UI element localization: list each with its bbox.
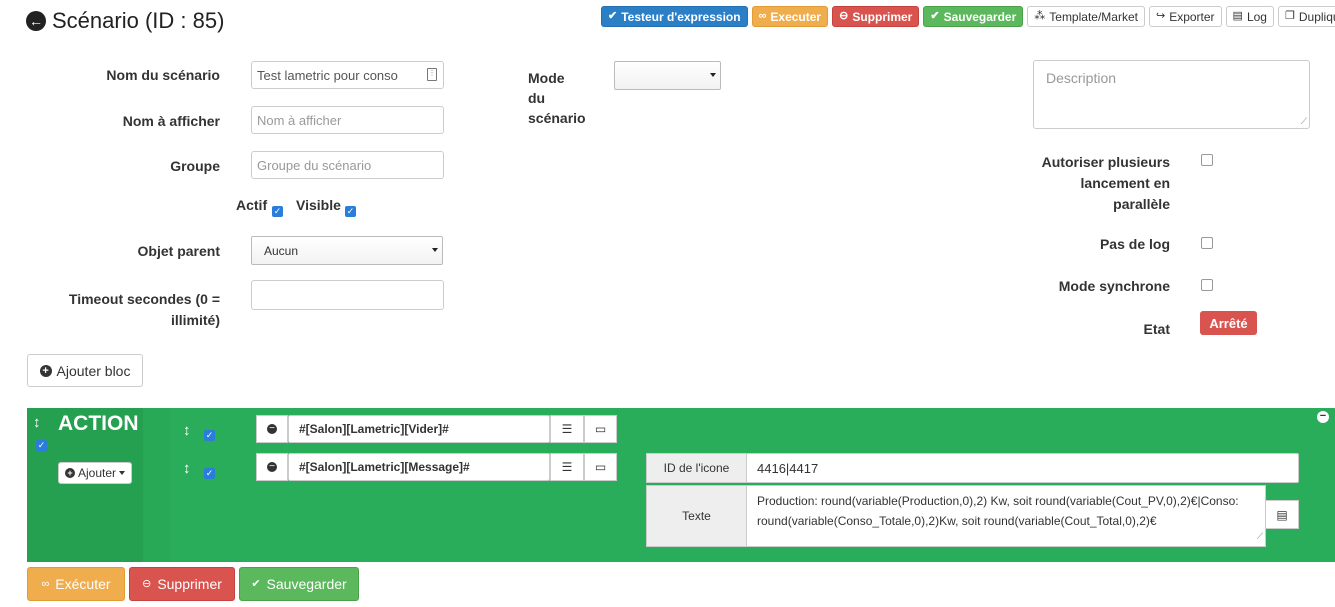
- id-icone-label: ID de l'icone: [646, 453, 747, 483]
- action-block: ↕ ✓ ACTION + Ajouter − ↕ ✓ − #[Salon][La…: [27, 408, 1335, 562]
- action-1-row: − #[Salon][Lametric][Vider]# ☰ ▭: [256, 415, 617, 444]
- ajouter-bloc-button[interactable]: + Ajouter bloc: [27, 354, 143, 387]
- nom-afficher-input[interactable]: Nom à afficher: [251, 106, 444, 134]
- caret-down-icon: [119, 471, 126, 475]
- supprimer-button[interactable]: ⊖ Supprimer: [832, 6, 920, 27]
- list-alt-icon: ☰: [561, 422, 573, 436]
- collapse-block-icon[interactable]: −: [1317, 411, 1329, 423]
- move-action-icon[interactable]: ↕: [183, 422, 191, 439]
- mode-scenario-select[interactable]: [614, 61, 721, 90]
- timeout-label: Timeout secondes (0 = illimité): [68, 291, 220, 328]
- groupe-label: Groupe: [170, 158, 220, 174]
- bottom-executer-button[interactable]: ∞ Exécuter: [27, 567, 125, 601]
- autoriser-label: Autoriser plusieurs lancement en parallè…: [1041, 154, 1170, 212]
- action-1-options-button[interactable]: ☰: [550, 415, 584, 443]
- check-circle-icon: ✔: [251, 577, 261, 590]
- ajouter-dropdown-button[interactable]: + Ajouter: [58, 462, 132, 484]
- page-header: ← Scénario (ID : 85): [26, 6, 224, 36]
- minus-circle-icon: −: [267, 424, 277, 434]
- list-alt-icon: ▤: [1276, 507, 1288, 522]
- actif-checkbox[interactable]: ✓: [272, 206, 283, 217]
- mode-scenario-label: Mode du scénario: [528, 70, 586, 126]
- template-market-button[interactable]: ⁂ Template/Market: [1027, 6, 1145, 27]
- autoriser-checkbox[interactable]: [1201, 154, 1213, 166]
- groupe-input[interactable]: Groupe du scénario: [251, 151, 444, 179]
- action-1-enable-checkbox[interactable]: ✓: [204, 430, 215, 441]
- objet-parent-label: Objet parent: [137, 243, 220, 259]
- plus-circle-icon: +: [39, 364, 52, 377]
- visible-label: Visible: [296, 197, 341, 213]
- gamepad-icon: ∞: [758, 10, 767, 22]
- description-textarea[interactable]: Description ⟋: [1033, 60, 1310, 129]
- timeout-input[interactable]: [251, 280, 444, 310]
- minus-circle-icon: −: [267, 462, 277, 472]
- action-2-row: − #[Salon][Lametric][Message]# ☰ ▭: [256, 453, 617, 482]
- log-button[interactable]: ▤ Log: [1225, 6, 1274, 27]
- list-alt-icon: ☰: [561, 460, 573, 474]
- window-icon: ▭: [594, 422, 607, 436]
- block-enable-checkbox[interactable]: ✓: [36, 440, 47, 451]
- plus-circle-icon: +: [64, 468, 75, 478]
- minus-circle-icon: ⊖: [839, 10, 849, 22]
- executer-button[interactable]: ∞ Executer: [751, 6, 829, 27]
- action-2-select-button[interactable]: ▭: [584, 453, 617, 481]
- action-2-enable-checkbox[interactable]: ✓: [204, 468, 215, 479]
- bottom-sauvegarder-button[interactable]: ✔ Sauvegarder: [239, 567, 359, 601]
- testeur-expression-button[interactable]: ✔ Testeur d'expression: [601, 6, 748, 27]
- pas-de-log-checkbox[interactable]: [1201, 237, 1213, 249]
- mode-synchrone-checkbox[interactable]: [1201, 279, 1213, 291]
- objet-parent-select[interactable]: Aucun: [251, 236, 443, 265]
- action-1-select-button[interactable]: ▭: [584, 415, 617, 443]
- back-arrow-icon[interactable]: ←: [26, 11, 46, 31]
- resize-handle-icon: ⟋: [1256, 531, 1263, 541]
- contacts-icon: ⋮: [427, 68, 437, 81]
- pas-de-log-label: Pas de log: [1099, 236, 1170, 252]
- sauvegarder-button[interactable]: ✔ Sauvegarder: [923, 6, 1024, 27]
- page-title: Scénario (ID : 85): [52, 8, 225, 33]
- etat-label: Etat: [1143, 321, 1170, 337]
- block-type-label: ACTION: [58, 412, 139, 435]
- nom-scenario-label: Nom du scénario: [106, 67, 220, 83]
- actif-label: Actif: [236, 197, 268, 213]
- toolbar: ✔ Testeur d'expression ∞ Executer ⊖ Supprim…: [601, 6, 1335, 27]
- bottom-supprimer-button[interactable]: ⊖ Supprimer: [129, 567, 235, 601]
- nom-scenario-input[interactable]: Test lametric pour conso ⋮: [251, 61, 444, 89]
- action-2-command-input[interactable]: #[Salon][Lametric][Message]#: [288, 453, 550, 481]
- exporter-button[interactable]: ↪ Exporter: [1148, 6, 1222, 27]
- minus-circle-icon: ⊖: [142, 577, 152, 590]
- move-block-icon[interactable]: ↕: [33, 414, 41, 431]
- nom-afficher-label: Nom à afficher: [122, 113, 220, 129]
- share-icon: ↪: [1155, 10, 1166, 22]
- file-icon: ▤: [1232, 10, 1243, 22]
- etat-badge: Arrêté: [1200, 311, 1257, 335]
- action-2-options-button[interactable]: ☰: [550, 453, 584, 481]
- texte-options-button[interactable]: ▤: [1265, 500, 1299, 529]
- mode-synchrone-label: Mode synchrone: [1058, 278, 1170, 294]
- remove-action-1-button[interactable]: −: [256, 415, 288, 443]
- move-action-icon[interactable]: ↕: [183, 460, 191, 477]
- copy-icon: ❐: [1284, 10, 1295, 22]
- check-icon: ✔: [608, 10, 618, 22]
- texte-label: Texte: [646, 485, 747, 547]
- resize-handle-icon: ⟋: [1300, 116, 1307, 126]
- remove-action-2-button[interactable]: −: [256, 453, 288, 481]
- dupliquer-button[interactable]: ❐Dupliquer: [1277, 6, 1335, 27]
- action-1-command-input[interactable]: #[Salon][Lametric][Vider]#: [288, 415, 550, 443]
- caret-down-icon: [432, 248, 438, 252]
- cubes-icon: ⁂: [1034, 10, 1046, 22]
- window-icon: ▭: [594, 460, 607, 474]
- gamepad-icon: ∞: [41, 577, 50, 590]
- visible-checkbox[interactable]: ✓: [345, 206, 356, 217]
- caret-down-icon: [710, 73, 716, 77]
- id-icone-input[interactable]: 4416|4417: [746, 453, 1299, 483]
- bottom-toolbar: ∞ Exécuter ⊖ Supprimer ✔ Sauvegarder: [27, 567, 359, 601]
- check-circle-icon: ✔: [930, 10, 940, 22]
- texte-textarea[interactable]: Production: round(variable(Production,0)…: [746, 485, 1266, 547]
